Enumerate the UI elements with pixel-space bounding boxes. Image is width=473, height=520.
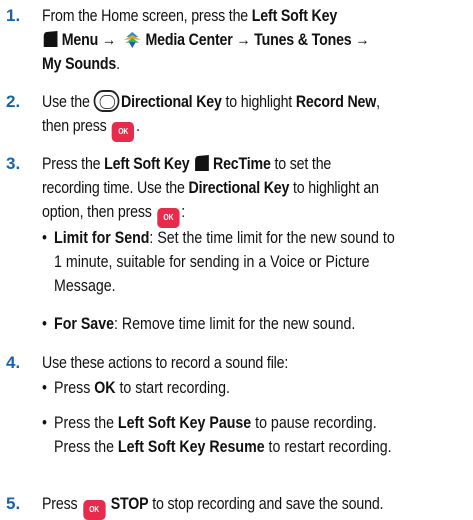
list-item-text: to restart recording. (264, 438, 392, 456)
step-number: 2. (6, 92, 21, 111)
bullet-glyph: • (42, 379, 47, 397)
step-text: From the Home screen, press the Left Sof… (42, 4, 468, 76)
pause-label: Left Soft Key Pause (117, 414, 252, 432)
step-text: Use these actions to record a sound file… (42, 354, 289, 372)
list-item-text: to start recording. (115, 379, 230, 397)
directional-key-label: Directional Key (188, 179, 290, 197)
step-text-part: option, then press (42, 203, 156, 221)
step-text-part: Press the (42, 155, 105, 173)
list-item-text: : Set the time limit for the new sound t… (149, 229, 395, 247)
bullet-glyph: • (42, 315, 47, 333)
list-item: • For Save: Remove time limit for the new… (42, 312, 468, 336)
rectime-label: RecTime (213, 155, 271, 173)
punct: , (376, 93, 380, 111)
ok-key-icon: OK (112, 122, 135, 142)
left-soft-key-label: Left Soft Key (104, 155, 190, 173)
stop-label: STOP (110, 495, 149, 513)
menu-label: Menu (61, 31, 99, 49)
list-item-text: Press the Left Soft Key Resume to restar… (42, 435, 468, 459)
step-text: Press OK STOP to stop recording and save… (42, 492, 468, 520)
step-text: Use the Directional Key to highlight Rec… (42, 90, 468, 142)
list-item-text: to pause recording. (251, 414, 377, 432)
list-item-text: Press the (54, 414, 118, 432)
instruction-page: 1. From the Home screen, press the Left … (0, 0, 473, 520)
resume-label: Left Soft Key Resume (117, 438, 265, 456)
punct: . (136, 117, 140, 135)
step-number: 3. (6, 154, 21, 173)
media-center-icon (124, 32, 142, 48)
step-text-part: Press (42, 495, 82, 513)
step-text-part: then press (42, 117, 111, 135)
step-number: 5. (6, 494, 21, 513)
punct: : (181, 203, 186, 221)
limit-for-send-label: Limit for Send (54, 229, 150, 247)
arrow-glyph: → (355, 31, 370, 49)
bullet-glyph: • (42, 229, 47, 247)
tunes-tones-label: Tunes & Tones (254, 31, 352, 49)
list-item: • Press the Left Soft Key Pause to pause … (42, 411, 468, 459)
list-item-text: Press (54, 379, 95, 397)
step-text-part: to highlight an (289, 179, 379, 197)
step-number: 1. (6, 6, 21, 25)
step-text-part: recording time. Use the (42, 179, 189, 197)
list-item-text: Press the (54, 438, 118, 456)
step-text-part: Use the (42, 93, 94, 111)
punct: . (116, 55, 120, 73)
arrow-glyph: → (101, 31, 116, 49)
step-text-part: to stop recording and save the sound. (148, 495, 384, 513)
list-item-text: : Remove time limit for the new sound. (113, 315, 356, 333)
left-soft-key-icon (194, 155, 209, 171)
list-item-text: 1 minute, suitable for sending in a Voic… (54, 253, 370, 271)
step-text: Press the Left Soft Key RecTime to set t… (42, 152, 468, 228)
media-center-label: Media Center (145, 31, 233, 49)
left-soft-key-icon (43, 31, 58, 47)
for-save-label: For Save (54, 315, 114, 333)
step-number: 4. (6, 353, 21, 372)
list-item-text: Message. (54, 277, 116, 295)
step-text-part: to highlight (221, 93, 296, 111)
step-text-part: From the Home screen, press the (42, 7, 252, 25)
list-item: • Limit for Send: Set the time limit for … (42, 226, 468, 298)
directional-key-icon (93, 90, 120, 112)
ok-key-icon: OK (157, 208, 180, 228)
my-sounds-label: My Sounds (42, 55, 117, 73)
arrow-glyph: → (236, 31, 251, 49)
bullet-glyph: • (42, 414, 47, 432)
list-item: • Press OK to start recording. (42, 376, 468, 400)
directional-key-label: Directional Key (120, 93, 222, 111)
left-soft-key-label: Left Soft Key (251, 7, 338, 25)
ok-label: OK (94, 379, 116, 397)
record-new-label: Record New (295, 93, 377, 111)
step-text-part: to set the (270, 155, 332, 173)
ok-key-icon: OK (82, 500, 106, 520)
